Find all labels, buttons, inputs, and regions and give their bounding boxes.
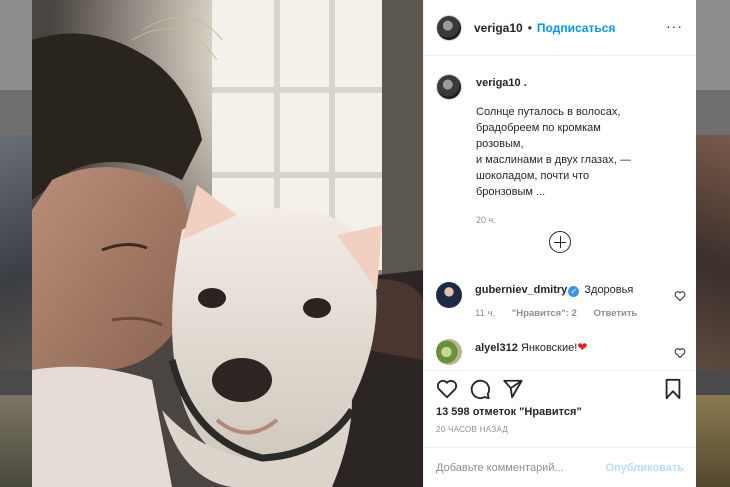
comment-username[interactable]: alyel312 (475, 342, 518, 354)
paper-plane-icon[interactable] (502, 378, 524, 400)
comment-item: guberniev_dmitry ✓ Здоровья 11 ч. "Нравит… (436, 282, 686, 322)
post-sidebar: veriga10 • Подписаться ··· veriga10 . Со… (423, 0, 696, 487)
plus-circle-icon[interactable] (549, 231, 571, 253)
caption-text: Солнце путалось в волосах, брадобреем по… (476, 106, 631, 198)
author-username[interactable]: veriga10 (474, 21, 523, 35)
avatar[interactable] (436, 14, 462, 41)
add-comment-form: Опубликовать (424, 447, 696, 487)
background-photo-thumbnail (0, 395, 32, 487)
comment-icon[interactable] (469, 378, 491, 400)
follow-button[interactable]: Подписаться (537, 21, 615, 35)
comment-timestamp[interactable]: 11 ч. (475, 308, 495, 319)
caption-timestamp[interactable]: 20 ч. (476, 212, 651, 228)
caption-username[interactable]: veriga10 . (476, 75, 651, 91)
comment-item: alyel312 Янковские!❤ (436, 339, 686, 365)
post-timestamp[interactable]: 20 ЧАСОВ НАЗАД (436, 425, 508, 434)
comment-meta: 11 ч. "Нравится": 2 Ответить (475, 306, 651, 322)
comment-likes[interactable]: "Нравится": 2 (512, 308, 577, 319)
post-photo[interactable] (32, 0, 423, 487)
background-photo-thumbnail (696, 395, 730, 487)
post-header: veriga10 • Подписаться ··· (424, 0, 696, 56)
red-heart-emoji: ❤ (577, 340, 588, 354)
caption-body: veriga10 . Солнце путалось в волосах, бр… (476, 74, 651, 228)
comment-like-heart-icon[interactable] (674, 290, 686, 302)
comment-body: guberniev_dmitry ✓ Здоровья 11 ч. "Нравит… (475, 282, 651, 322)
comment-like-heart-icon[interactable] (674, 347, 686, 359)
publish-button[interactable]: Опубликовать (605, 462, 684, 474)
commenter-avatar[interactable] (436, 282, 462, 308)
photo-man-and-dog (32, 0, 423, 487)
more-options-icon[interactable]: ··· (666, 19, 682, 36)
comment-username[interactable]: guberniev_dmitry (475, 284, 567, 296)
comment-text: Здоровья (584, 284, 634, 296)
separator-dot: • (527, 20, 532, 35)
post-modal: veriga10 • Подписаться ··· veriga10 . Со… (32, 0, 696, 487)
likes-count[interactable]: 13 598 отметок "Нравится" (436, 406, 582, 418)
verified-badge-icon: ✓ (568, 286, 580, 297)
comments-section: veriga10 . Солнце путалось в волосах, бр… (424, 56, 696, 369)
reply-button[interactable]: Ответить (593, 308, 637, 319)
avatar[interactable] (436, 74, 462, 100)
heart-icon[interactable] (436, 378, 458, 400)
commenter-avatar[interactable] (436, 339, 462, 365)
background-photo-thumbnail (696, 135, 730, 370)
comment-input[interactable] (436, 461, 600, 474)
comment-body: alyel312 Янковские!❤ (475, 339, 587, 365)
bookmark-icon[interactable] (662, 378, 684, 400)
action-icons (424, 371, 696, 405)
caption: veriga10 . Солнце путалось в волосах, бр… (436, 74, 684, 228)
background-photo-thumbnail (0, 135, 32, 370)
comment-text: Янковские! (520, 342, 578, 354)
